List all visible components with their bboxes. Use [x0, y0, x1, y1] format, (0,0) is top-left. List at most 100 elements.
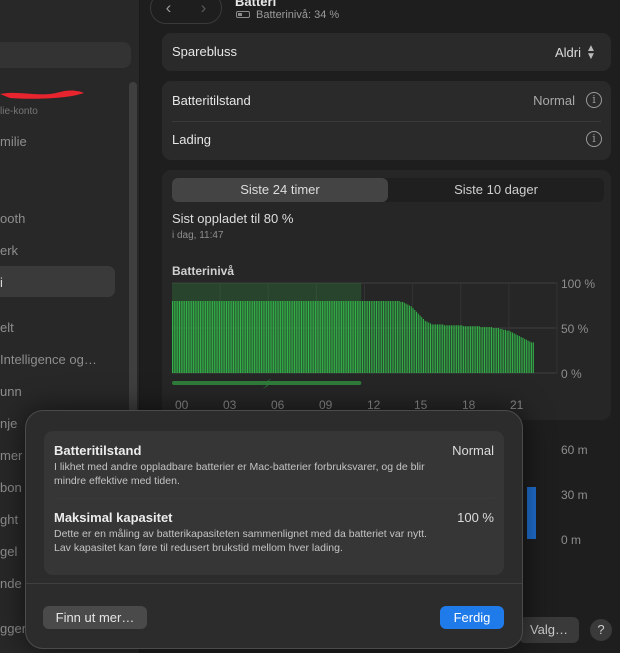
battery-bar — [243, 301, 245, 373]
battery-bar — [494, 328, 496, 373]
done-button[interactable]: Ferdig — [440, 606, 504, 629]
battery-bar — [262, 301, 264, 373]
battery-bar — [409, 305, 411, 373]
tab-last-10-days[interactable]: Siste 10 dager — [388, 178, 604, 202]
sidebar-item[interactable]: unn — [0, 384, 22, 399]
y-tick-label: 50 % — [561, 322, 589, 336]
sidebar-item[interactable]: erk — [0, 243, 18, 258]
sidebar-item[interactable]: gel — [0, 544, 17, 559]
battery-bar — [248, 301, 250, 373]
battery-bar — [222, 301, 224, 373]
battery-bar — [306, 301, 308, 373]
battery-bar — [253, 301, 255, 373]
forward-icon[interactable]: › — [189, 0, 219, 18]
battery-bar — [260, 301, 262, 373]
battery-bar — [464, 326, 466, 373]
battery-bar — [335, 301, 337, 373]
battery-bar — [185, 301, 187, 373]
battery-bar — [421, 317, 423, 373]
learn-more-button[interactable]: Finn ut mer… — [43, 606, 147, 629]
sidebar-item[interactable]: ooth — [0, 211, 25, 226]
usage-y-tick-label: 30 m — [561, 488, 588, 502]
battery-bar — [205, 301, 207, 373]
battery-bar — [283, 301, 285, 373]
battery-bar — [346, 301, 348, 373]
dialog-separator — [26, 583, 522, 584]
battery-bar — [332, 301, 334, 373]
battery-bar — [372, 301, 374, 373]
battery-bar — [524, 338, 526, 373]
battery-bar — [477, 326, 479, 373]
battery-bar — [496, 328, 498, 373]
battery-bar — [517, 335, 519, 373]
battery-bar — [196, 301, 198, 373]
divider — [54, 498, 494, 499]
last-charged-text: Sist oppladet til 80 % — [172, 211, 294, 226]
battery-bar — [201, 301, 203, 373]
sidebar-search-field[interactable] — [0, 42, 131, 68]
battery-bar — [414, 310, 416, 373]
battery-bar — [199, 301, 201, 373]
battery-bar — [356, 301, 358, 373]
battery-bar — [419, 315, 421, 373]
sidebar-item-selected[interactable] — [0, 266, 115, 297]
battery-bar — [365, 301, 367, 373]
battery-bar — [173, 301, 175, 373]
battery-bar — [438, 324, 440, 373]
battery-bar — [269, 301, 271, 373]
last-charged-time: i dag, 11:47 — [172, 230, 224, 241]
power-saver-value[interactable]: Aldri — [555, 45, 581, 60]
battery-bar — [321, 301, 323, 373]
battery-bar — [219, 301, 221, 373]
charging-label: Lading — [172, 132, 212, 147]
battery-bar — [389, 301, 391, 373]
battery-bar — [485, 327, 487, 373]
battery-bar — [449, 325, 451, 373]
battery-bar — [410, 306, 412, 373]
battery-bar — [307, 301, 309, 373]
stepper-icon[interactable]: ▲ ▼ — [584, 44, 598, 62]
battery-bar — [246, 301, 248, 373]
info-icon[interactable]: i — [586, 92, 602, 108]
battery-bar — [422, 319, 425, 373]
battery-bar — [379, 301, 381, 373]
battery-bar — [264, 301, 266, 373]
battery-bar — [382, 301, 384, 373]
battery-bar — [267, 301, 269, 373]
sidebar-item[interactable]: nje — [0, 416, 17, 431]
nav-buttons: ‹ › — [150, 0, 222, 24]
sidebar-item[interactable]: milie — [0, 134, 27, 149]
sidebar-item[interactable]: ght — [0, 512, 18, 527]
battery-bar — [227, 301, 229, 373]
sidebar-item[interactable]: gger — [0, 621, 26, 636]
tab-last-24-hours[interactable]: Siste 24 timer — [172, 178, 388, 202]
sidebar-item[interactable]: mer — [0, 448, 22, 463]
battery-bar — [177, 301, 179, 373]
battery-bar — [217, 301, 219, 373]
battery-bar — [203, 301, 205, 373]
sidebar-item[interactable]: nde — [0, 576, 22, 591]
battery-bar — [490, 327, 493, 373]
help-button[interactable]: ? — [590, 619, 612, 641]
battery-bar — [302, 301, 304, 373]
battery-bar — [213, 301, 215, 373]
battery-bar — [342, 301, 344, 373]
sidebar-item[interactable]: elt — [0, 320, 14, 335]
battery-bar — [320, 301, 322, 373]
options-button[interactable]: Valg… — [519, 617, 579, 643]
battery-bar — [492, 328, 494, 373]
battery-bar — [510, 331, 512, 373]
sidebar-item-battery[interactable]: i — [0, 275, 3, 290]
sidebar-item[interactable]: bon — [0, 480, 22, 495]
sidebar-item[interactable]: Intelligence og… — [0, 352, 97, 367]
battery-bar — [527, 340, 529, 373]
back-icon[interactable]: ‹ — [154, 0, 184, 18]
battery-bar — [440, 324, 442, 373]
battery-bar — [191, 301, 193, 373]
info-icon[interactable]: i — [586, 131, 602, 147]
battery-bar — [299, 301, 301, 373]
battery-bar — [384, 301, 386, 373]
battery-bar — [361, 301, 364, 373]
battery-bar — [358, 301, 360, 373]
battery-bar — [470, 326, 472, 373]
